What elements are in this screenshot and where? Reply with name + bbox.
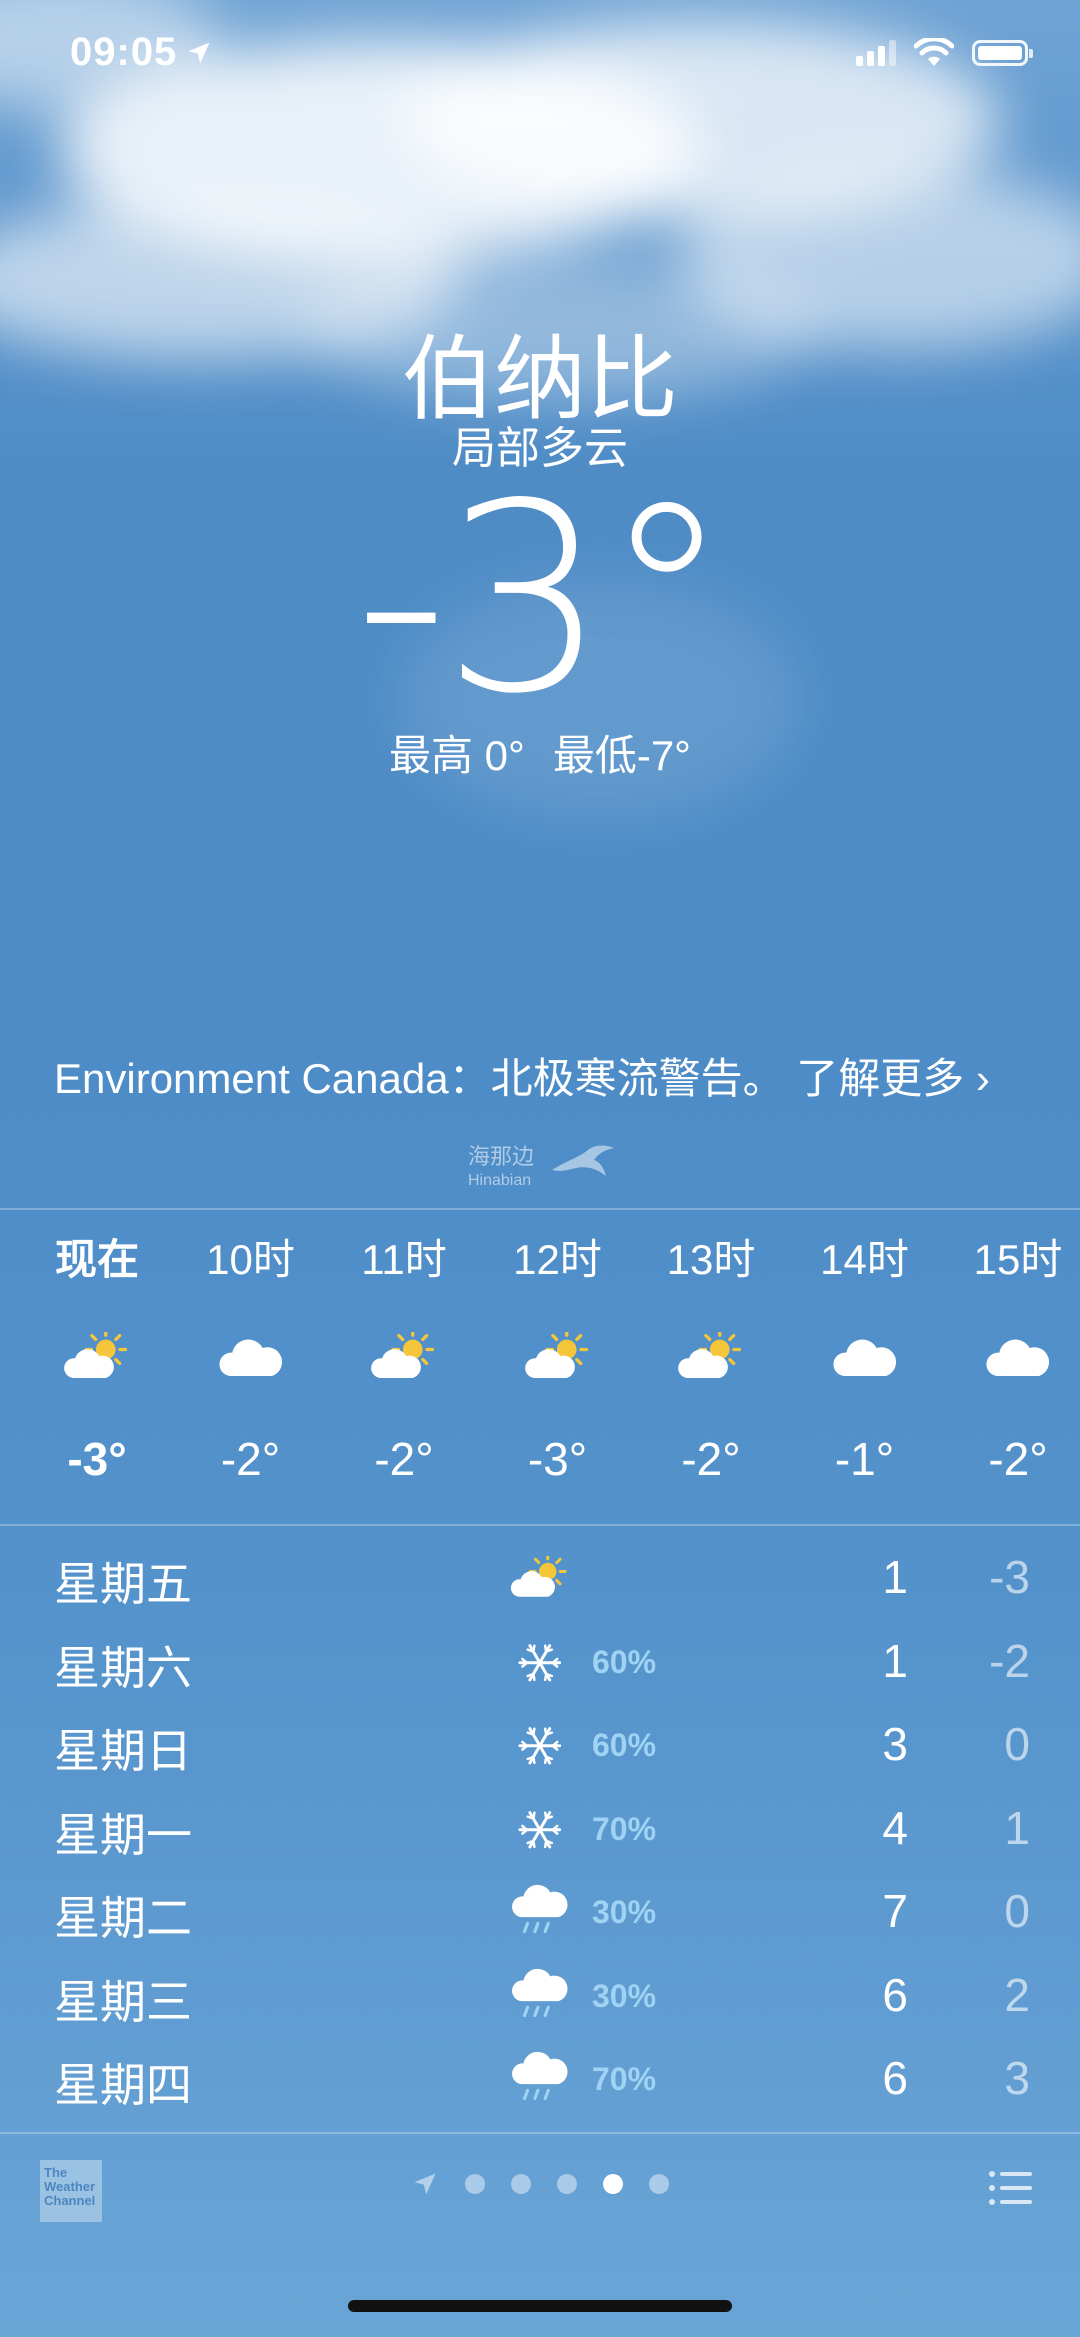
daily-row: 星期二 30% 7 0 [0, 1874, 1080, 1958]
hourly-time: 11时 [361, 1236, 447, 1283]
weather-alert-link[interactable]: Environment Canada：北极寒流警告。 了解更多 › [54, 1050, 994, 1108]
day-high: 6 [882, 1968, 908, 2021]
page-dot[interactable] [649, 2174, 669, 2194]
hourly-temp: -2° [988, 1433, 1048, 1485]
hourly-item: 现在 -3° [22, 1228, 172, 1486]
divider-middle [0, 1524, 1080, 1526]
partly-sunny-icon [636, 1308, 786, 1408]
high-low: 最高 0° 最低-7° [0, 722, 1080, 783]
status-indicators [856, 38, 1033, 68]
low-temp: 最低-7° [552, 732, 691, 779]
divider-top [0, 1208, 1080, 1210]
hourly-time: 现在 [54, 1236, 139, 1283]
daily-row: 星期六 60% 1 -2 [0, 1624, 1080, 1708]
day-high: 1 [882, 1551, 908, 1603]
day-name: 星期一 [54, 1808, 192, 1861]
rain-cloud-icon [505, 1878, 575, 1948]
page-dot[interactable] [465, 2174, 485, 2194]
hourly-item: 12时 -3° [483, 1228, 633, 1486]
hourly-time: 13时 [666, 1236, 756, 1283]
day-name: 星期二 [54, 1892, 192, 1944]
precip-chance: 60% [592, 1643, 657, 1680]
hourly-item: 11时 -2° [329, 1228, 479, 1486]
day-name: 星期三 [54, 1975, 192, 2028]
city-list-icon[interactable] [988, 2170, 1034, 2206]
partly-sunny-icon [483, 1308, 633, 1408]
daily-row: 星期一 70% 4 1 [0, 1791, 1080, 1875]
current-location-page-icon[interactable] [411, 2170, 439, 2198]
day-high: 3 [882, 1718, 908, 1770]
partly-sunny-icon [329, 1308, 479, 1408]
day-name: 星期四 [54, 2059, 192, 2111]
rain-cloud-icon [505, 2045, 575, 2115]
hourly-temp: -3° [527, 1433, 588, 1485]
bird-logo-icon [552, 1145, 614, 1176]
cloud-icon [943, 1308, 1080, 1408]
day-name: 星期六 [54, 1641, 192, 1694]
precip-chance: 30% [592, 1894, 657, 1930]
day-low: 1 [1004, 1801, 1030, 1854]
page-dot[interactable] [511, 2174, 531, 2194]
day-high: 4 [882, 1801, 908, 1854]
watermark-cn: 海那边 [468, 1144, 535, 1169]
precip-chance: 30% [592, 1977, 657, 2014]
snowflake-icon [505, 1711, 575, 1781]
partly-sunny-icon [505, 1544, 575, 1614]
daily-row: 星期日 60% 3 0 [0, 1707, 1080, 1791]
hourly-time: 15时 [973, 1236, 1063, 1283]
status-time-text: 09:05 [70, 30, 178, 74]
battery-icon [972, 40, 1033, 66]
divider-bottom [0, 2132, 1080, 2134]
cloud-icon [790, 1308, 940, 1408]
day-high: 1 [882, 1634, 908, 1687]
precip-chance: 70% [592, 1810, 657, 1847]
cellular-signal-icon [856, 40, 896, 66]
watermark-en: Hinabian [468, 1172, 532, 1189]
home-indicator[interactable] [348, 2300, 732, 2312]
rain-cloud-icon [505, 1962, 575, 2032]
hourly-temp: -2° [681, 1433, 741, 1485]
daily-row: 星期五 1 -3 [0, 1540, 1080, 1624]
current-temperature: -3° [354, 449, 731, 751]
location-arrow-icon [188, 42, 210, 63]
wifi-icon [914, 38, 954, 66]
hourly-item: 14时 -1° [790, 1228, 940, 1486]
day-low: -2 [989, 1634, 1030, 1687]
hourly-time: 12时 [513, 1236, 602, 1283]
hourly-time: 14时 [820, 1236, 909, 1283]
day-name: 星期五 [54, 1558, 192, 1610]
day-low: -3 [989, 1551, 1030, 1603]
daily-row: 星期三 30% 6 2 [0, 1958, 1080, 2042]
status-time: 09:05 [70, 30, 213, 75]
day-low: 0 [1004, 1718, 1030, 1770]
high-temp: 最高 0° [389, 732, 525, 779]
page-dot[interactable] [557, 2174, 577, 2194]
partly-sunny-icon [22, 1308, 172, 1408]
hourly-time: 10时 [206, 1236, 295, 1283]
daily-row: 星期四 70% 6 3 [0, 2041, 1080, 2125]
page-dot[interactable] [603, 2174, 623, 2194]
hourly-temp: -1° [834, 1433, 895, 1485]
day-low: 0 [1004, 1885, 1030, 1937]
day-high: 7 [882, 1885, 908, 1937]
hourly-item: 13时 -2° [636, 1228, 786, 1486]
hourly-temp: -2° [374, 1433, 434, 1485]
page-indicator[interactable] [0, 2170, 1080, 2198]
hourly-temp: -3° [67, 1433, 127, 1485]
hourly-temp: -2° [220, 1433, 281, 1485]
precip-chance: 60% [592, 1727, 657, 1763]
snowflake-icon [505, 1795, 575, 1865]
day-name: 星期日 [54, 1725, 192, 1777]
cloud-icon [176, 1308, 326, 1408]
hourly-forecast[interactable]: 现在 -3° 10时 -2° 11时 -2° 12时 -3° 13时 -2° 14时 -1° 15时 -2… [0, 1228, 1080, 1528]
hourly-item: 15时 -2° [943, 1228, 1080, 1486]
day-low: 3 [1004, 2052, 1030, 2104]
watermark-text: 海那边 Hinabian [468, 1145, 534, 1193]
hourly-item: 10时 -2° [176, 1228, 326, 1486]
day-low: 2 [1004, 1968, 1030, 2021]
precip-chance: 70% [592, 2061, 657, 2097]
day-high: 6 [882, 2052, 908, 2104]
snowflake-icon [505, 1628, 575, 1698]
